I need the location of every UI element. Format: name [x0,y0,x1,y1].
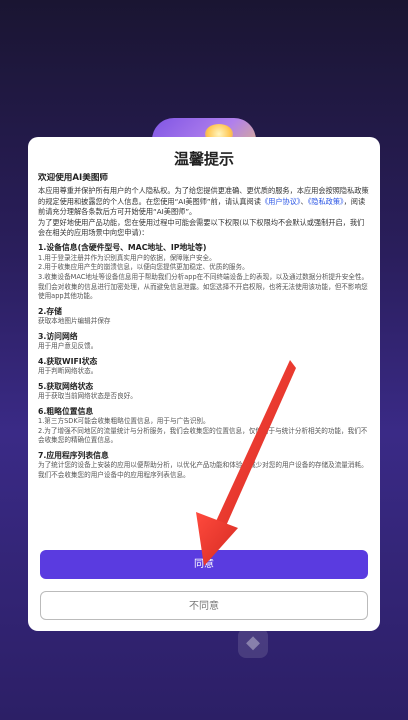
permission-section: 1.设备信息(含硬件型号、MAC地址、IP地址等) 1.用于登录注册并作为识别真… [38,243,370,301]
permission-section: 3.访问网络 用于用户意见反馈。 [38,332,370,352]
section-line: 1.第三方SDK可能会收集粗略位置信息，用于与广告识别。 [38,417,210,426]
permission-section: 6.粗略位置信息 1.第三方SDK可能会收集粗略位置信息，用于与广告识别。 2.… [38,407,370,446]
section-line: 用于判断网络状态。 [38,367,98,376]
intro-paragraph: 本应用尊重并保护所有用户的个人隐私权。为了给您提供更准确、更优质的服务，本应用会… [38,186,370,217]
section-line: 2.用于收集应用产生的崩溃信息，以便向您提供更加稳定、优质的服务。 [38,263,249,272]
section-line: 用于获取当前网络状态是否良好。 [38,392,137,401]
section-line: 获取本地图片编辑并保存 [38,317,111,326]
user-agreement-link[interactable]: 《用户协议》 [261,197,301,206]
permissions-intro: 为了更好地使用产品功能，您在使用过程中可能会需要以下权限(以下权限均不会默认或强… [38,217,365,238]
link-separator: 、 [300,196,308,206]
section-title: 3.访问网络 [38,331,78,341]
privacy-dialog: 温馨提示 欢迎使用AI美图师 本应用尊重并保护所有用户的个人隐私权。为了给您提供… [28,137,380,631]
section-line: 3.收集设备MAC地址等设备信息用于帮助我们分析app在不同终端设备上的表现，以… [38,273,369,301]
disagree-button[interactable]: 不同意 [40,591,368,620]
section-title: 6.粗略位置信息 [38,406,94,416]
background-app-icon: ◆ [238,628,268,658]
section-line: 1.用于登录注册并作为识别真实用户的依据，保障账户安全。 [38,253,216,262]
section-line: 2.为了增强不同地区的流量统计与分析服务，我们会收集您的位置信息，仅使用于与统计… [38,426,368,445]
section-line: 为了统计您的设备上安装的应用以便帮助分析，以优化产品功能和体验，减少对您的用户设… [38,461,368,479]
section-line: 用于用户意见反馈。 [38,342,98,351]
permission-section: 7.应用程序列表信息 为了统计您的设备上安装的应用以便帮助分析，以优化产品功能和… [38,451,370,481]
dialog-content: 欢迎使用AI美图师 本应用尊重并保护所有用户的个人隐私权。为了给您提供更准确、更… [38,173,370,529]
permission-section: 2.存储 获取本地图片编辑并保存 [38,307,370,327]
section-title: 7.应用程序列表信息 [38,451,109,460]
agree-button[interactable]: 同意 [40,550,368,579]
dialog-title: 温馨提示 [173,150,234,168]
section-title: 4.获取WIFI状态 [38,356,98,366]
permission-section: 5.获取网络状态 用于获取当前网络状态是否良好。 [38,382,370,402]
section-title: 2.存储 [38,306,62,316]
section-title: 5.获取网络状态 [38,381,94,391]
section-title: 1.设备信息(含硬件型号、MAC地址、IP地址等) [38,243,207,253]
permission-section: 4.获取WIFI状态 用于判断网络状态。 [38,357,370,377]
privacy-policy-link[interactable]: 《隐私政策》 [308,197,344,206]
welcome-text: 欢迎使用AI美图师 [38,173,109,183]
